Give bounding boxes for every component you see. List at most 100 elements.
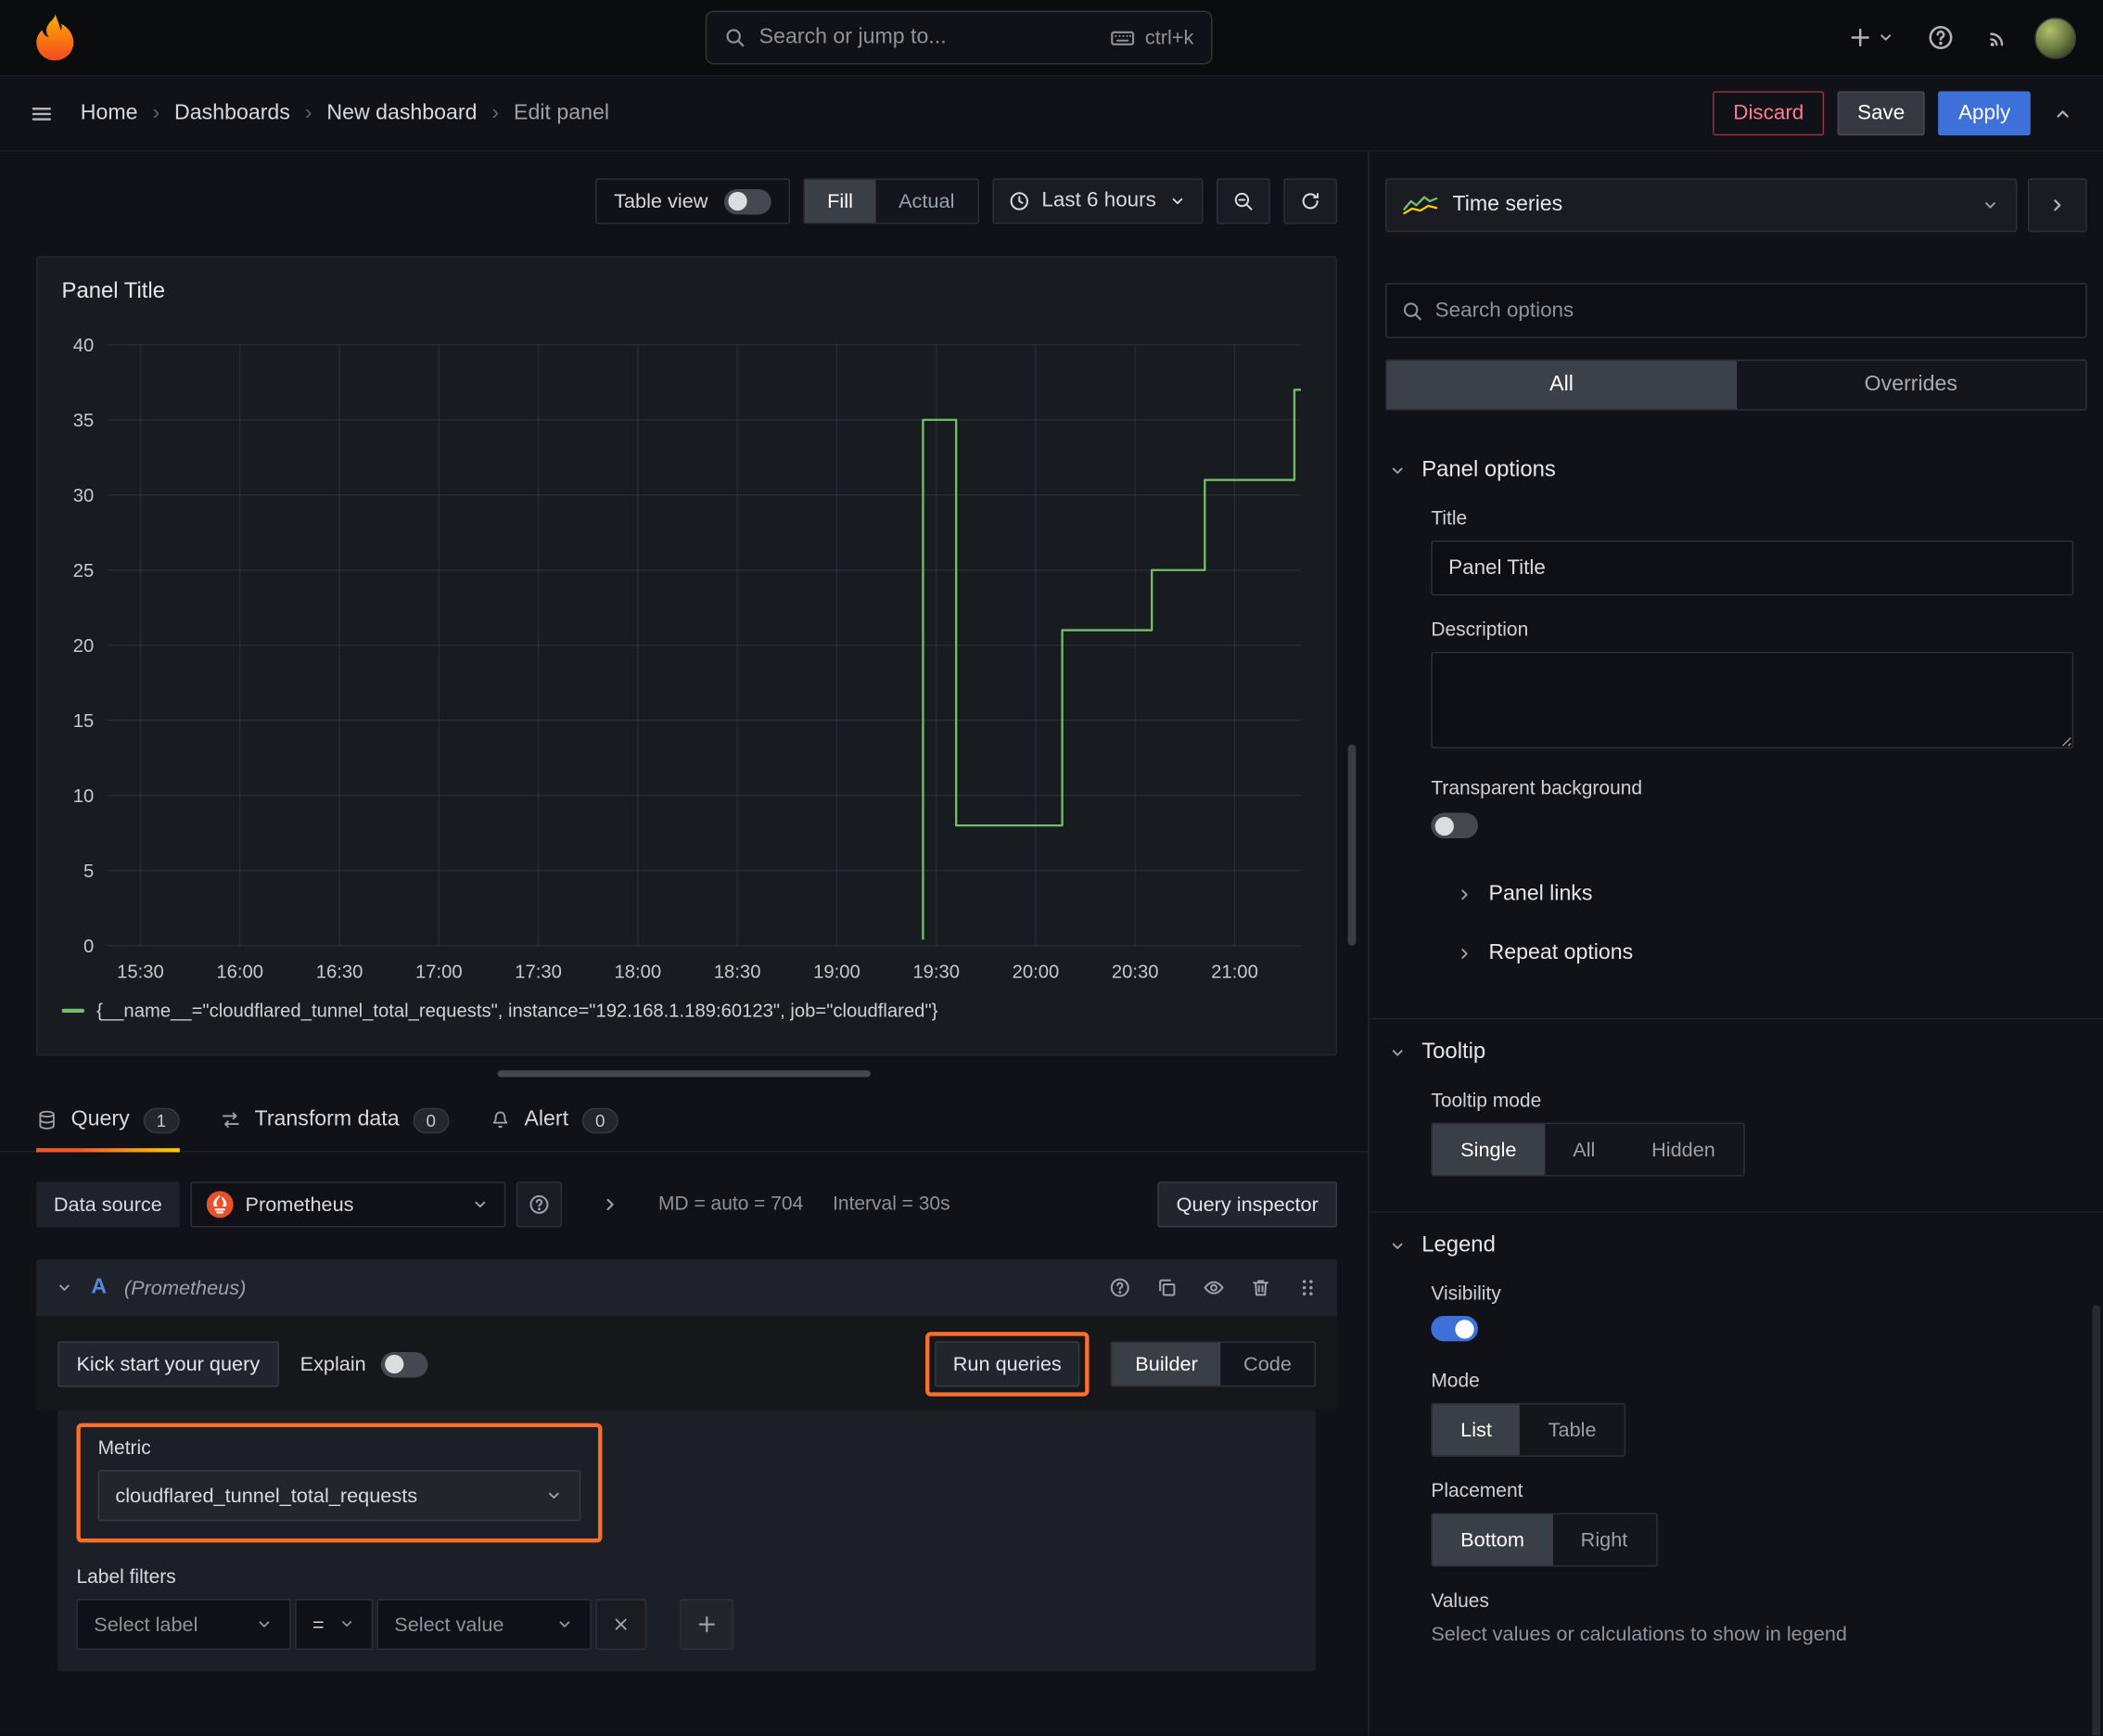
visualization-picker[interactable]: Time series: [1385, 178, 2018, 233]
transparent-background-toggle[interactable]: [1431, 812, 1478, 839]
run-queries-button[interactable]: Run queries: [934, 1341, 1081, 1387]
legend-mode-table[interactable]: Table: [1520, 1404, 1625, 1455]
legend-placement-right[interactable]: Right: [1552, 1514, 1655, 1565]
svg-text:19:00: 19:00: [813, 962, 860, 982]
tooltip-header[interactable]: Tooltip: [1370, 1019, 2103, 1085]
add-filter-button[interactable]: [680, 1599, 734, 1651]
panel-options-header[interactable]: Panel options: [1370, 438, 2103, 504]
editor-mode-builder[interactable]: Builder: [1112, 1342, 1221, 1386]
operator-dropdown[interactable]: =: [295, 1599, 374, 1651]
svg-text:35: 35: [73, 411, 95, 431]
discard-button[interactable]: Discard: [1713, 91, 1824, 136]
refresh-button[interactable]: [1283, 178, 1338, 224]
metric-select[interactable]: cloudflared_tunnel_total_requests: [97, 1470, 581, 1522]
tooltip-mode-all[interactable]: All: [1545, 1124, 1624, 1175]
table-view-toggle[interactable]: [723, 188, 771, 214]
query-row-header[interactable]: A (Prometheus): [36, 1259, 1338, 1316]
user-avatar[interactable]: [2034, 17, 2077, 58]
display-mode-group: Fill Actual: [803, 178, 979, 224]
explain-toggle[interactable]: [380, 1351, 428, 1377]
svg-text:18:00: 18:00: [615, 962, 662, 982]
select-value-dropdown[interactable]: Select value: [376, 1599, 592, 1651]
keyboard-icon: [1110, 25, 1134, 49]
save-button[interactable]: Save: [1837, 91, 1925, 136]
zoom-out-button[interactable]: [1216, 178, 1270, 224]
query-inspector-button[interactable]: Query inspector: [1157, 1181, 1338, 1228]
editor-scrollbar[interactable]: [1347, 744, 1357, 946]
help-icon[interactable]: [1109, 1277, 1130, 1298]
duplicate-icon[interactable]: [1156, 1277, 1178, 1298]
legend-header[interactable]: Legend: [1370, 1213, 2103, 1279]
panel-links-row[interactable]: Panel links: [1431, 865, 2073, 925]
hide-response-icon[interactable]: [1203, 1277, 1224, 1298]
apply-button[interactable]: Apply: [1938, 91, 2031, 136]
panel-title-input[interactable]: [1431, 540, 2074, 596]
chevron-down-icon[interactable]: [55, 1278, 73, 1296]
tab-transform[interactable]: Transform data 0: [220, 1089, 450, 1151]
breadcrumb-separator-icon: ›: [304, 101, 312, 124]
trash-icon[interactable]: [1250, 1277, 1271, 1298]
tooltip-mode-hidden[interactable]: Hidden: [1624, 1124, 1744, 1175]
main-content: Table view Fill Actual Last 6 hours Pane…: [0, 151, 2103, 1736]
chevron-right-icon: [1455, 944, 1473, 963]
time-range-picker[interactable]: Last 6 hours: [991, 178, 1204, 224]
kickstart-button[interactable]: Kick start your query: [57, 1341, 279, 1387]
legend-placement-group: Bottom Right: [1431, 1513, 1658, 1567]
drag-handle-icon[interactable]: [1297, 1277, 1319, 1298]
svg-text:15: 15: [73, 711, 95, 732]
options-scrollbar[interactable]: [2092, 1305, 2101, 1736]
news-button[interactable]: [1978, 18, 2018, 57]
breadcrumb-home[interactable]: Home: [81, 101, 138, 125]
query-row-datasource: (Prometheus): [123, 1276, 247, 1299]
new-button[interactable]: [1840, 18, 1903, 57]
display-mode-fill[interactable]: Fill: [804, 179, 876, 223]
legend-values-label: Values: [1431, 1590, 1489, 1613]
tab-alert[interactable]: Alert 0: [490, 1089, 618, 1151]
tab-transform-label: Transform data: [254, 1107, 400, 1131]
chart-legend[interactable]: {__name__="cloudflared_tunnel_total_requ…: [51, 994, 1322, 1027]
datasource-picker[interactable]: Prometheus: [190, 1181, 506, 1228]
svg-text:16:30: 16:30: [316, 962, 363, 982]
tab-query[interactable]: Query 1: [36, 1089, 180, 1153]
tooltip-mode-single[interactable]: Single: [1432, 1124, 1545, 1176]
metric-value: cloudflared_tunnel_total_requests: [115, 1484, 418, 1508]
editor-toolbar: Table view Fill Actual Last 6 hours: [0, 151, 1368, 256]
legend-visibility-toggle[interactable]: [1431, 1315, 1478, 1342]
collapse-header-button[interactable]: [2044, 95, 2082, 132]
svg-text:30: 30: [73, 486, 95, 506]
options-pane: Time series All Overrides Panel options: [1368, 151, 2103, 1736]
options-tab-all[interactable]: All: [1386, 361, 1737, 410]
metric-label: Metric: [97, 1437, 151, 1460]
datasource-help-button[interactable]: [516, 1181, 562, 1228]
search-placeholder: Search or jump to...: [758, 25, 947, 49]
options-search-input[interactable]: [1434, 298, 2071, 323]
search-icon: [1402, 300, 1423, 321]
repeat-options-row[interactable]: Repeat options: [1431, 925, 2073, 984]
remove-filter-button[interactable]: [595, 1599, 647, 1651]
help-button[interactable]: [1919, 16, 1962, 58]
select-label-dropdown[interactable]: Select label: [76, 1599, 291, 1651]
panel-options-section: Panel options Title Description Transpar…: [1370, 438, 2103, 991]
search-shortcut: ctrl+k: [1110, 25, 1193, 49]
mega-menu-button[interactable]: [21, 94, 61, 134]
breadcrumb-separator-icon: ›: [491, 101, 500, 124]
breadcrumb-new-dashboard[interactable]: New dashboard: [326, 101, 477, 125]
description-textarea[interactable]: [1431, 651, 2074, 749]
panel-resize-handle[interactable]: [497, 1070, 871, 1078]
display-mode-actual[interactable]: Actual: [875, 180, 976, 223]
query-editor-area: Data source Prometheus MD = auto = 704 I…: [0, 1152, 1368, 1735]
breadcrumb-dashboards[interactable]: Dashboards: [174, 101, 290, 125]
editor-mode-code[interactable]: Code: [1220, 1343, 1314, 1385]
visualization-row: Time series: [1385, 178, 2087, 233]
label-filter-row: Select label = Select value: [76, 1599, 1296, 1651]
time-series-chart[interactable]: 0 5 10 15 20 25 30 35 40 15:30 16:00 16:30 17:00 17:3…: [51, 307, 1322, 994]
collapse-options-button[interactable]: [2027, 178, 2087, 233]
options-tab-overrides[interactable]: Overrides: [1736, 361, 2085, 409]
legend-mode-list[interactable]: List: [1432, 1404, 1521, 1456]
query-options-expand-button[interactable]: [592, 1186, 630, 1224]
legend-placement-bottom[interactable]: Bottom: [1432, 1514, 1553, 1565]
grafana-logo-icon[interactable]: [32, 12, 78, 63]
svg-text:15:30: 15:30: [117, 962, 164, 982]
top-search[interactable]: Search or jump to... ctrl+k: [705, 10, 1213, 65]
svg-text:16:00: 16:00: [216, 962, 263, 982]
